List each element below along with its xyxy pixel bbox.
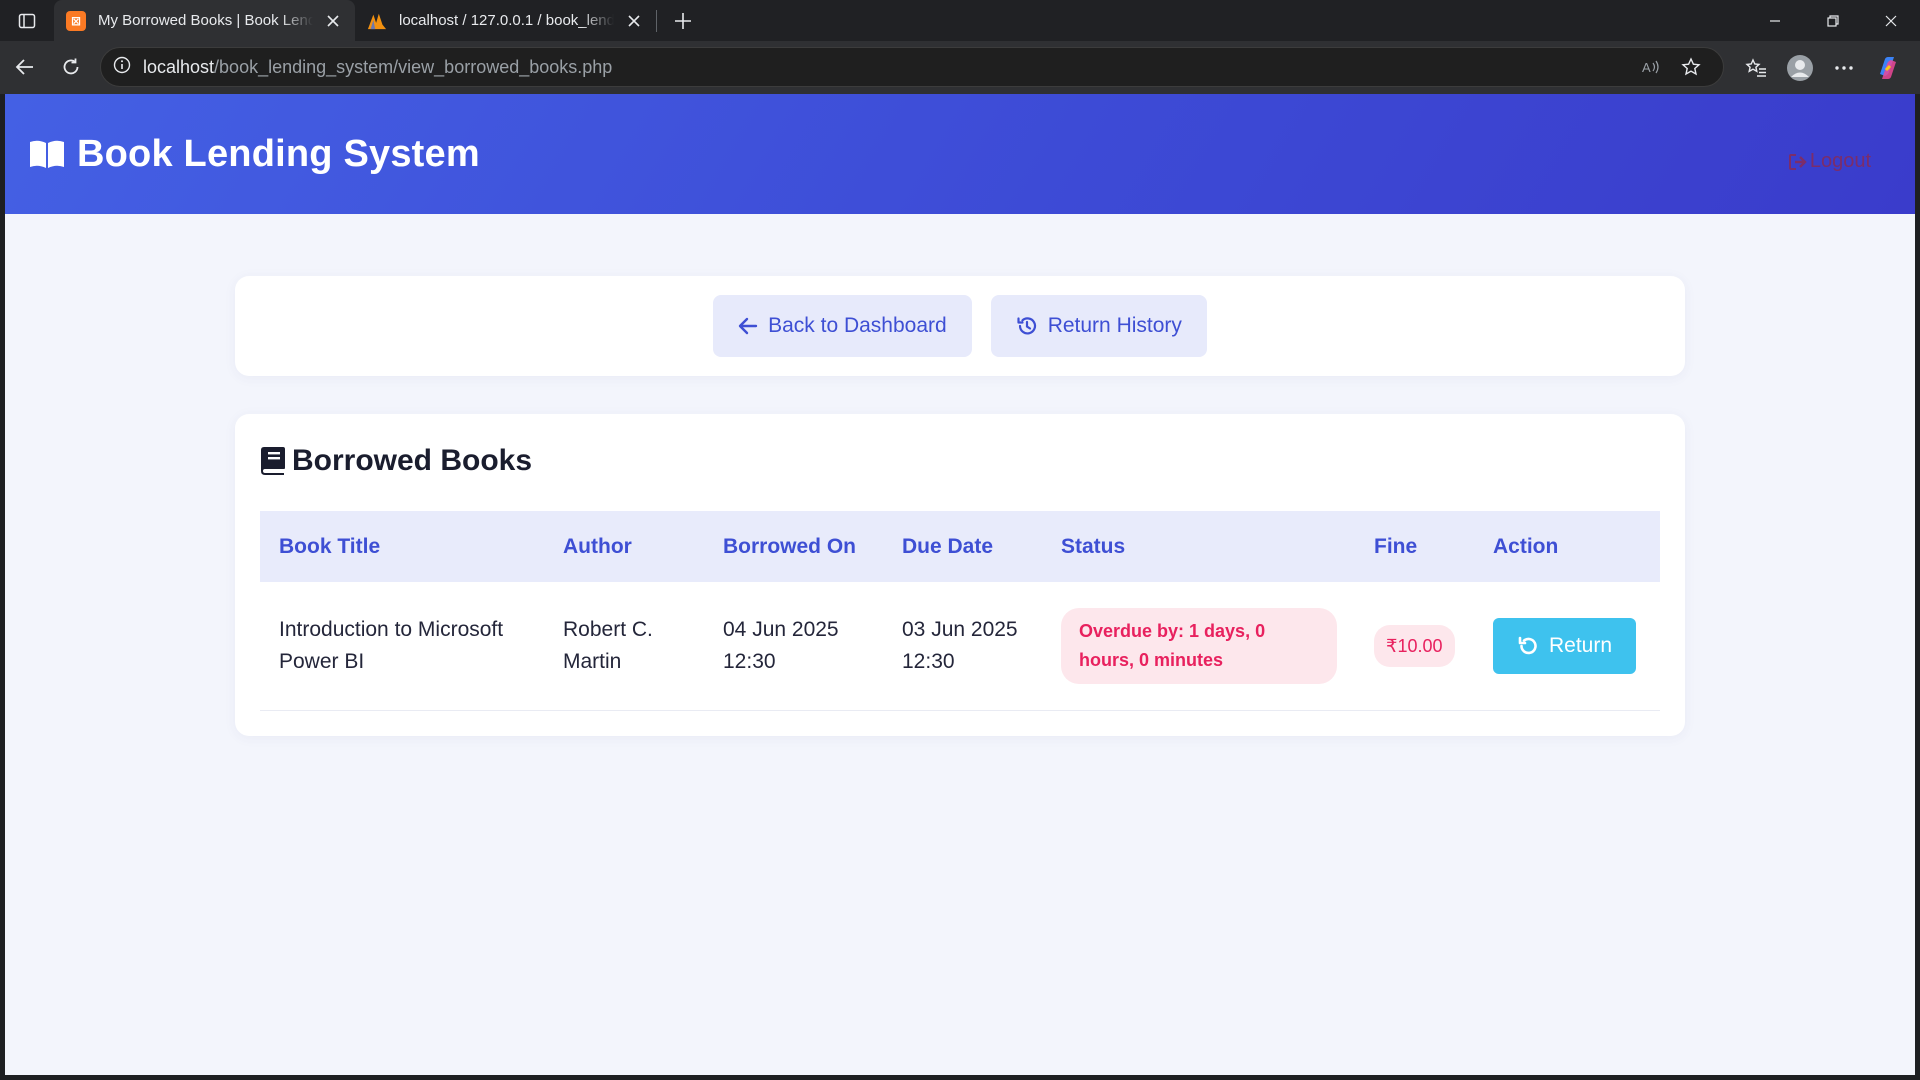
return-button-label: Return bbox=[1549, 633, 1613, 657]
url-bar[interactable]: localhost/book_lending_system/view_borro… bbox=[100, 47, 1724, 87]
browser-toolbar: localhost/book_lending_system/view_borro… bbox=[0, 41, 1920, 94]
borrowed-books-table: Book Title Author Borrowed On Due Date S… bbox=[260, 511, 1660, 711]
undo-icon bbox=[1518, 636, 1537, 654]
back-arrow-icon[interactable] bbox=[2, 44, 48, 90]
due-date: 03 Jun 2025 12:30 bbox=[902, 617, 1018, 673]
status-badge: Overdue by: 1 days, 0 hours, 0 minutes bbox=[1061, 607, 1337, 684]
fine-badge: ₹10.00 bbox=[1374, 624, 1455, 667]
return-history-label: Return History bbox=[1047, 314, 1182, 337]
svg-text:A: A bbox=[1642, 60, 1651, 75]
cell-author: Robert C. Martin bbox=[544, 582, 704, 711]
restore-icon[interactable] bbox=[1804, 0, 1862, 41]
logout-label: Logout bbox=[1809, 150, 1871, 172]
column-header-fine: Fine bbox=[1355, 511, 1474, 582]
brand-title: Book Lending System bbox=[77, 132, 480, 175]
column-header-book-title: Book Title bbox=[260, 511, 544, 582]
table-row: Introduction to Microsoft Power BI Rober… bbox=[260, 582, 1660, 711]
read-aloud-icon[interactable]: A bbox=[1631, 47, 1671, 87]
history-icon bbox=[1017, 317, 1036, 335]
window-controls bbox=[1746, 0, 1920, 41]
cell-borrowed-on: 04 Jun 2025 12:30 bbox=[704, 582, 883, 711]
tab-actions-icon[interactable] bbox=[0, 0, 54, 41]
browser-tab-active[interactable]: ⊠ My Borrowed Books | Book Lending Syste… bbox=[54, 0, 355, 41]
tab-title: localhost / 127.0.0.1 / book_lending_sys… bbox=[399, 12, 614, 29]
site-info-icon[interactable] bbox=[113, 56, 131, 79]
section-title: Borrowed Books bbox=[260, 444, 532, 478]
favorites-list-icon[interactable] bbox=[1734, 46, 1778, 90]
minimize-icon[interactable] bbox=[1746, 0, 1804, 41]
url-host: localhost bbox=[143, 56, 215, 77]
close-tab-icon[interactable] bbox=[321, 9, 345, 33]
favorite-star-icon[interactable] bbox=[1671, 47, 1711, 87]
borrowed-books-card: Borrowed Books Book Title Author Borrowe… bbox=[235, 414, 1685, 736]
brand[interactable]: Book Lending System bbox=[29, 133, 480, 176]
book-title: Introduction to Microsoft Power BI bbox=[279, 617, 504, 673]
cell-action: Return bbox=[1474, 582, 1660, 711]
reload-icon[interactable] bbox=[48, 44, 94, 90]
back-to-dashboard-label: Back to Dashboard bbox=[768, 314, 947, 337]
book-icon bbox=[261, 447, 285, 475]
tab-title: My Borrowed Books | Book Lending System bbox=[98, 12, 313, 29]
window-bottom-border bbox=[0, 1075, 1920, 1080]
more-options-icon[interactable] bbox=[1822, 46, 1866, 90]
column-header-action: Action bbox=[1474, 511, 1660, 582]
column-header-due-date: Due Date bbox=[883, 511, 1042, 582]
browser-tab[interactable]: localhost / 127.0.0.1 / book_lending_sys… bbox=[355, 0, 656, 41]
open-book-icon bbox=[30, 140, 64, 168]
book-author: Robert C. Martin bbox=[563, 617, 653, 673]
arrow-left-icon bbox=[738, 317, 758, 335]
table-header-row: Book Title Author Borrowed On Due Date S… bbox=[260, 511, 1660, 582]
browser-tab-bar: ⊠ My Borrowed Books | Book Lending Syste… bbox=[0, 0, 1920, 41]
tab-separator bbox=[656, 9, 657, 32]
xampp-icon: ⊠ bbox=[66, 10, 86, 31]
navigation-card: Back to Dashboard Return History bbox=[235, 276, 1685, 376]
close-window-icon[interactable] bbox=[1862, 0, 1920, 41]
copilot-icon[interactable] bbox=[1866, 46, 1910, 90]
column-header-status: Status bbox=[1042, 511, 1355, 582]
column-header-author: Author bbox=[544, 511, 704, 582]
url-path: /book_lending_system/view_borrowed_books… bbox=[214, 56, 613, 77]
browser-toolbar-right bbox=[1734, 41, 1920, 94]
return-history-button[interactable]: Return History bbox=[990, 295, 1207, 357]
cell-status: Overdue by: 1 days, 0 hours, 0 minutes bbox=[1042, 582, 1355, 711]
url-text: localhost/book_lending_system/view_borro… bbox=[143, 57, 1631, 78]
close-tab-icon[interactable] bbox=[622, 9, 646, 33]
borrowed-on-date: 04 Jun 2025 12:30 bbox=[723, 617, 839, 673]
sign-out-icon bbox=[1788, 153, 1807, 170]
cell-due-date: 03 Jun 2025 12:30 bbox=[883, 582, 1042, 711]
cell-book-title: Introduction to Microsoft Power BI bbox=[260, 582, 544, 711]
app-header: Book Lending System Logout bbox=[5, 94, 1915, 214]
cell-fine: ₹10.00 bbox=[1355, 582, 1474, 711]
back-to-dashboard-button[interactable]: Back to Dashboard bbox=[713, 295, 972, 357]
logout-link[interactable]: Logout bbox=[1788, 150, 1871, 173]
phpmyadmin-icon bbox=[367, 11, 387, 31]
page-viewport: Book Lending System Logout Back to Dashb… bbox=[5, 94, 1915, 1075]
column-header-borrowed-on: Borrowed On bbox=[704, 511, 883, 582]
profile-avatar-icon[interactable] bbox=[1778, 46, 1822, 90]
return-button[interactable]: Return bbox=[1493, 617, 1637, 674]
section-title-text: Borrowed Books bbox=[292, 444, 533, 477]
new-tab-icon[interactable] bbox=[663, 0, 703, 41]
